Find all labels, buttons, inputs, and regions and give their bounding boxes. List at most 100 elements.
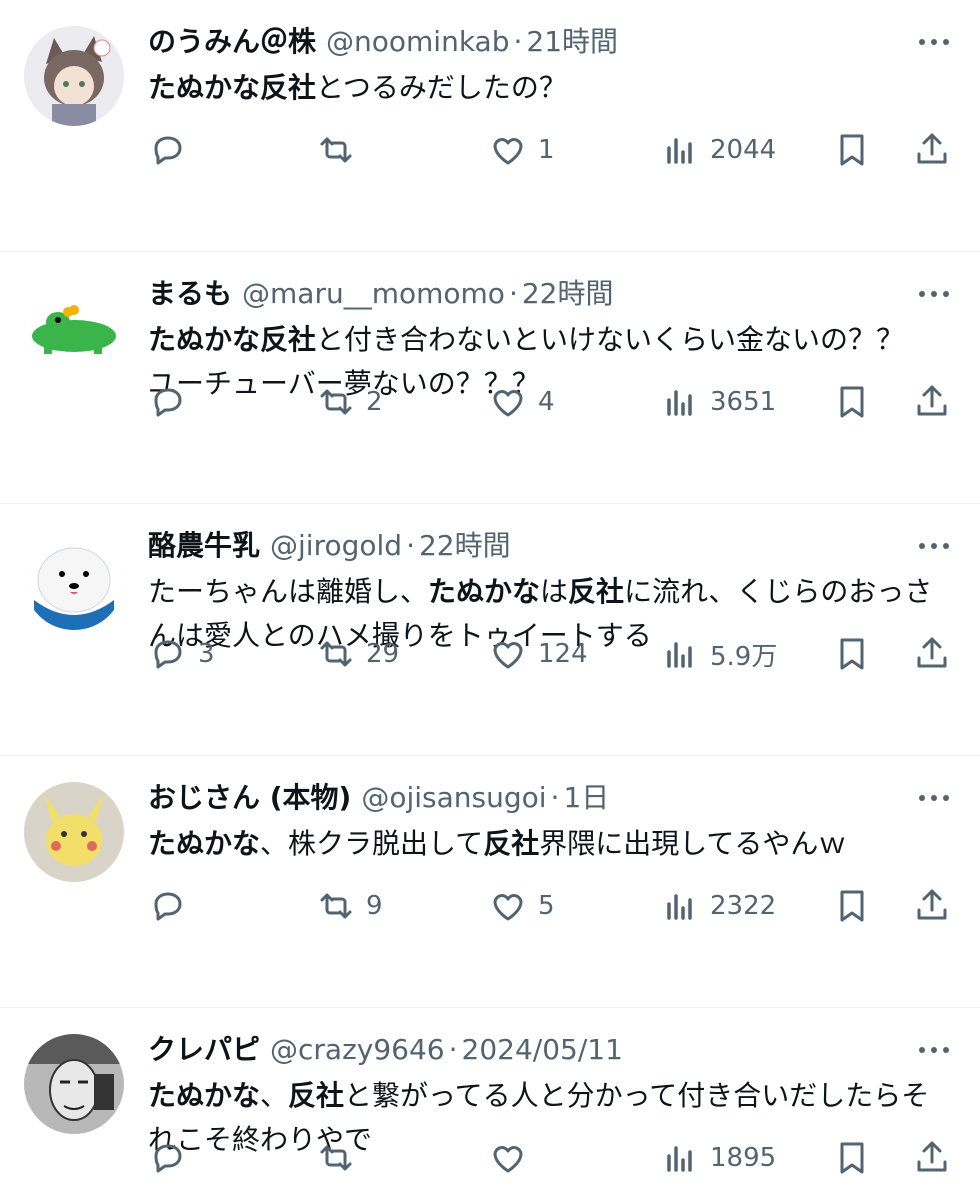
retweet-button[interactable]: 9 (316, 884, 383, 928)
reply-feed: のうみん＠株 @noominkab · 21時間 たぬかな反社とつるみだしたの？ 1 (0, 0, 980, 1200)
bookmark-icon (840, 1142, 864, 1174)
retweet-icon (320, 389, 352, 415)
more-icon[interactable] (916, 282, 952, 306)
action-bar: 1895 (148, 1136, 968, 1180)
views-icon (667, 1146, 692, 1172)
timestamp[interactable]: 21時間 (526, 25, 618, 58)
views-icon (667, 642, 692, 668)
reply-icon (154, 388, 182, 417)
tweet-text-bold: たぬかな (148, 827, 261, 860)
tweet-text-bold: 反社 (568, 575, 625, 608)
bookmark-button[interactable] (832, 380, 872, 424)
user-handle[interactable]: @jirogold (270, 529, 402, 562)
like-button[interactable]: 4 (488, 380, 555, 424)
more-icon[interactable] (916, 30, 952, 54)
avatar[interactable] (24, 1034, 124, 1134)
timestamp[interactable]: 2024/05/11 (462, 1033, 623, 1066)
avatar[interactable] (24, 278, 124, 378)
tweet-text-bold: 反社 (288, 1079, 345, 1112)
avatar[interactable] (24, 782, 124, 882)
heart-icon (493, 642, 523, 669)
view-count: 3651 (710, 387, 777, 417)
retweet-button[interactable]: 29 (316, 632, 399, 676)
share-icon (917, 889, 947, 920)
display-name[interactable]: クレパピ (148, 1033, 260, 1066)
reply-button[interactable] (148, 1136, 198, 1180)
share-icon (917, 133, 947, 164)
bookmark-button[interactable] (832, 884, 872, 928)
reply-icon (154, 1144, 182, 1173)
view-count: 2044 (710, 135, 777, 165)
tweet[interactable]: クレパピ @crazy9646 · 2024/05/11 たぬかな、反社と繋がってる人… (0, 1008, 980, 1200)
view-count: 2322 (710, 891, 777, 921)
share-button[interactable] (912, 128, 952, 172)
share-button[interactable] (912, 884, 952, 928)
user-handle[interactable]: @crazy9646 (270, 1033, 445, 1066)
like-button[interactable]: 1 (488, 128, 555, 172)
like-button[interactable]: 124 (488, 632, 588, 676)
heart-icon (493, 894, 523, 921)
retweet-icon (320, 1145, 352, 1171)
display-name[interactable]: のうみん＠株 (148, 25, 316, 58)
views-button[interactable]: 5.9万 (660, 632, 777, 676)
avatar[interactable] (24, 26, 124, 126)
bookmark-button[interactable] (832, 632, 872, 676)
timestamp[interactable]: 22時間 (522, 277, 614, 310)
user-handle[interactable]: @ojisansugoi (361, 781, 546, 814)
reply-button[interactable]: 3 (148, 632, 215, 676)
tweet-text-span: 、 (260, 1079, 289, 1112)
views-icon (667, 894, 692, 920)
share-button[interactable] (912, 632, 952, 676)
views-icon (667, 138, 692, 164)
reply-button[interactable] (148, 128, 198, 172)
view-count: 1895 (710, 1143, 777, 1173)
separator: · (513, 25, 523, 58)
tweet[interactable]: のうみん＠株 @noominkab · 21時間 たぬかな反社とつるみだしたの？ 1 (0, 0, 980, 252)
retweet-button[interactable]: 2 (316, 380, 383, 424)
tweet[interactable]: まるも @maru__momomo · 22時間 たぬかな反社と付き合わないといけない… (0, 252, 980, 504)
avatar[interactable] (24, 530, 124, 630)
tweet[interactable]: おじさん (本物) @ojisansugoi · 1日 たぬかな、株クラ脱出して反社界… (0, 756, 980, 1008)
views-icon (667, 390, 692, 416)
tweet[interactable]: 酪農牛乳 @jirogold · 22時間 たーちゃんは離婚し、たぬかなは反社に流れ、… (0, 504, 980, 756)
like-count: 124 (538, 639, 588, 669)
views-button[interactable]: 3651 (660, 380, 776, 424)
user-handle[interactable]: @noominkab (326, 25, 509, 58)
like-count: 1 (538, 135, 555, 165)
more-icon[interactable] (916, 534, 952, 558)
retweet-count: 2 (366, 387, 383, 417)
retweet-button[interactable] (316, 128, 366, 172)
share-icon (917, 637, 947, 668)
like-button[interactable] (488, 1136, 538, 1180)
tweet-text-span: とつるみだしたの？ (316, 71, 567, 104)
display-name[interactable]: おじさん (本物) (148, 781, 351, 814)
share-button[interactable] (912, 380, 952, 424)
views-button[interactable]: 2044 (660, 128, 776, 172)
display-name[interactable]: 酪農牛乳 (148, 529, 260, 562)
timestamp[interactable]: 1日 (563, 781, 609, 814)
tweet-text-span: たーちゃんは離婚し、 (148, 575, 429, 608)
share-icon (917, 385, 947, 416)
bookmark-button[interactable] (832, 1136, 872, 1180)
bookmark-button[interactable] (832, 128, 872, 172)
more-icon[interactable] (916, 1038, 952, 1062)
green-crocodile-avatar (24, 278, 124, 378)
share-icon (917, 1141, 947, 1172)
retweet-button[interactable] (316, 1136, 366, 1180)
tweet-text-span: 界隈に出現してるやんｗ (539, 827, 847, 860)
bookmark-icon (840, 890, 864, 922)
views-button[interactable]: 2322 (660, 884, 776, 928)
bookmark-icon (840, 638, 864, 670)
display-name[interactable]: まるも (148, 277, 232, 310)
more-icon[interactable] (916, 786, 952, 810)
views-button[interactable]: 1895 (660, 1136, 776, 1180)
share-button[interactable] (912, 1136, 952, 1180)
reply-button[interactable] (148, 884, 198, 928)
reply-button[interactable] (148, 380, 198, 424)
reply-icon (154, 640, 182, 669)
like-button[interactable]: 5 (488, 884, 555, 928)
heart-icon (493, 390, 523, 417)
tweet-text: たぬかな、株クラ脱出して反社界隈に出現してるやんｗ (148, 822, 948, 866)
timestamp[interactable]: 22時間 (419, 529, 511, 562)
user-handle[interactable]: @maru__momomo (242, 277, 505, 310)
